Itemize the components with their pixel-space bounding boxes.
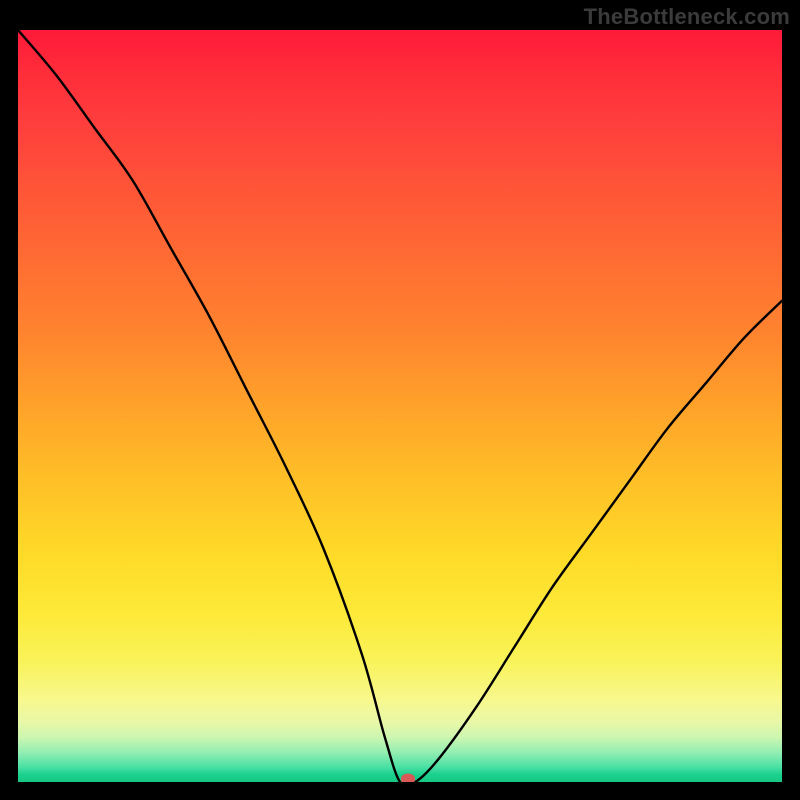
watermark-text: TheBottleneck.com — [584, 4, 790, 30]
optimum-marker — [401, 774, 415, 783]
bottleneck-curve — [18, 30, 782, 782]
chart-frame: TheBottleneck.com — [0, 0, 800, 800]
plot-area — [18, 30, 782, 782]
